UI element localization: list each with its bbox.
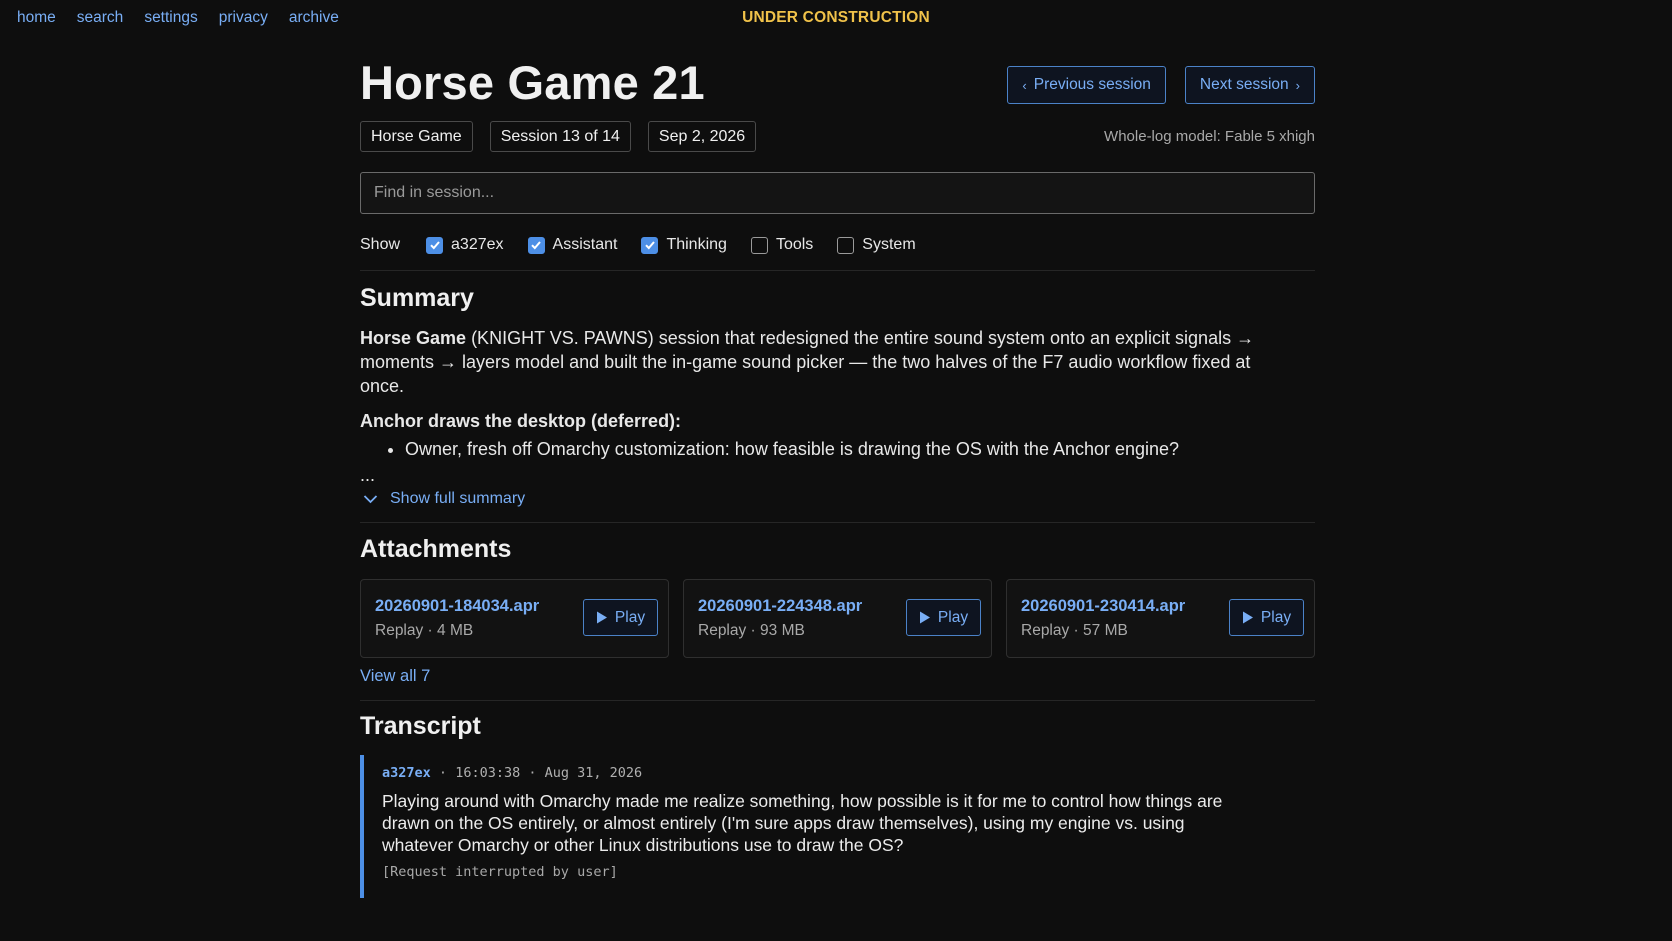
- previous-session-label: Previous session: [1033, 76, 1151, 93]
- filter-label: Assistant: [552, 236, 618, 253]
- play-button[interactable]: Play: [1229, 599, 1304, 636]
- filter-label: System: [862, 236, 916, 253]
- attachment-meta: Replay · 4 MB: [375, 622, 474, 639]
- message-body: Playing around with Omarchy made me real…: [382, 791, 1223, 855]
- session-index-chip: Session 13 of 14: [489, 121, 631, 152]
- summary-lead-text: (KNIGHT VS. PAWNS) session that redesign…: [360, 328, 1255, 396]
- play-button[interactable]: Play: [906, 599, 981, 636]
- project-chip: Horse Game: [360, 121, 473, 152]
- construction-banner: UNDER CONSTRUCTION: [742, 9, 930, 26]
- checkbox-system[interactable]: [837, 236, 855, 254]
- attachment-meta: Replay · 57 MB: [1021, 622, 1128, 639]
- filter-label: Tools: [775, 236, 814, 253]
- main-content: Horse Game 21 ‹ Previous session Next se…: [360, 54, 1315, 898]
- list-item: Owner, fresh off Omarchy customization: …: [405, 436, 1315, 462]
- show-full-summary-toggle[interactable]: Show full summary: [360, 490, 1315, 508]
- summary-bullets: Owner, fresh off Omarchy customization: …: [360, 436, 1315, 462]
- top-nav: home search settings privacy archive UND…: [0, 0, 1672, 36]
- play-label: Play: [1260, 608, 1292, 626]
- play-label: Play: [937, 608, 969, 626]
- next-session-label: Next session: [1199, 76, 1289, 93]
- attachment-grid: 20260901-184034.apr Replay · 4 MB Play 2…: [360, 579, 1315, 658]
- separator: ·: [438, 765, 456, 781]
- summary-lead-bold: Horse Game: [360, 328, 467, 348]
- transcript-heading: Transcript: [360, 712, 481, 740]
- page-header: Horse Game 21 ‹ Previous session Next se…: [360, 54, 1315, 112]
- play-icon: [1242, 611, 1253, 624]
- check-icon: [531, 241, 541, 250]
- play-label: Play: [614, 608, 646, 626]
- filter-user[interactable]: a327ex: [426, 236, 504, 254]
- view-all-attachments-link[interactable]: View all 7: [360, 667, 1315, 686]
- summary-section: Summary Horse Game (KNIGHT VS. PAWNS) se…: [360, 270, 1315, 508]
- message-date: Aug 31, 2026: [544, 765, 643, 781]
- transcript-section: Transcript a327ex · 16:03:38 · Aug 31, 2…: [360, 700, 1315, 898]
- filter-system[interactable]: System: [837, 236, 916, 254]
- filter-assistant[interactable]: Assistant: [527, 236, 618, 254]
- show-label: Show: [360, 236, 401, 253]
- checkbox-user[interactable]: [426, 236, 444, 254]
- attachment-filename[interactable]: 20260901-184034.apr: [375, 597, 539, 616]
- filter-bar: Show a327ex Assistant Thinking Tools Sys…: [360, 234, 1315, 256]
- attachments-section: Attachments 20260901-184034.apr Replay ·…: [360, 522, 1315, 686]
- summary-subheading: Anchor draws the desktop (deferred):: [360, 411, 682, 431]
- check-icon: [429, 241, 440, 250]
- message-time: 16:03:38: [455, 765, 521, 781]
- attachment-card: 20260901-184034.apr Replay · 4 MB Play: [360, 579, 669, 658]
- previous-session-button[interactable]: ‹ Previous session: [1007, 66, 1166, 104]
- attachments-heading: Attachments: [360, 535, 512, 563]
- checkbox-tools[interactable]: [750, 236, 768, 254]
- chevron-right-icon: ›: [1295, 77, 1300, 93]
- search-input[interactable]: [360, 172, 1315, 214]
- filter-thinking[interactable]: Thinking: [641, 236, 727, 254]
- show-full-summary-label: Show full summary: [390, 490, 526, 507]
- message-author: a327ex: [382, 765, 431, 781]
- message-note: [Request interrupted by user]: [382, 864, 618, 880]
- model-note: Whole-log model: Fable 5 xhigh: [1104, 128, 1315, 145]
- attachment-filename[interactable]: 20260901-230414.apr: [1021, 597, 1185, 616]
- checkbox-assistant[interactable]: [527, 236, 545, 254]
- transcript-message: a327ex · 16:03:38 · Aug 31, 2026 Playing…: [360, 755, 1315, 898]
- chevron-down-icon: [363, 495, 378, 504]
- filter-label: Thinking: [666, 236, 727, 253]
- play-icon: [596, 611, 607, 624]
- attachment-filename[interactable]: 20260901-224348.apr: [698, 597, 862, 616]
- attachment-meta: Replay · 93 MB: [698, 622, 805, 639]
- check-icon: [645, 241, 655, 250]
- message-header: a327ex · 16:03:38 · Aug 31, 2026: [382, 765, 1315, 781]
- next-session-button[interactable]: Next session ›: [1184, 66, 1315, 104]
- summary-heading: Summary: [360, 284, 474, 312]
- filter-tools[interactable]: Tools: [750, 236, 814, 254]
- summary-lead: Horse Game (KNIGHT VS. PAWNS) session th…: [360, 326, 1290, 398]
- attachment-card: 20260901-224348.apr Replay · 93 MB Play: [683, 579, 992, 658]
- chevron-left-icon: ‹: [1022, 77, 1027, 93]
- session-date-chip: Sep 2, 2026: [647, 121, 757, 152]
- checkbox-thinking[interactable]: [641, 236, 659, 254]
- filter-label: a327ex: [451, 236, 504, 253]
- play-icon: [919, 611, 930, 624]
- attachment-card: 20260901-230414.apr Replay · 57 MB Play: [1006, 579, 1315, 658]
- session-meta: Horse Game Session 13 of 14 Sep 2, 2026 …: [360, 121, 1315, 153]
- separator: ·: [528, 765, 545, 781]
- summary-ellipsis: ...: [360, 465, 376, 485]
- session-nav: ‹ Previous session Next session ›: [1007, 66, 1315, 104]
- play-button[interactable]: Play: [583, 599, 658, 636]
